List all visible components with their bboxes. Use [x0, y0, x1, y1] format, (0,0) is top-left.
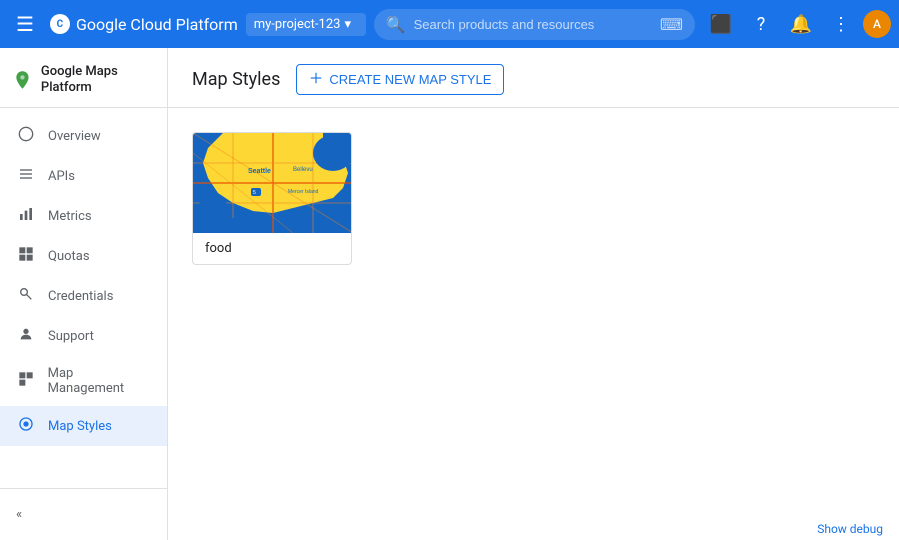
- sidebar-item-metrics[interactable]: Metrics: [0, 196, 167, 236]
- apis-icon: [16, 166, 36, 186]
- search-icon: 🔍: [386, 15, 406, 34]
- create-button-label: CREATE NEW MAP STYLE: [329, 72, 491, 87]
- quotas-icon: [16, 246, 36, 266]
- map-style-card-food[interactable]: Seattle Bellevu Mercer Island 5 food: [192, 132, 352, 265]
- main-content: Map Styles CREATE NEW MAP STYLE: [168, 48, 899, 540]
- collapse-icon: «: [16, 507, 22, 522]
- sidebar: Google Maps Platform Overview APIs: [0, 48, 168, 540]
- avatar[interactable]: A: [863, 10, 891, 38]
- collapse-sidebar-button[interactable]: «: [0, 497, 167, 532]
- sidebar-item-label: Overview: [48, 129, 101, 144]
- app-title: Google Cloud Platform: [76, 15, 238, 34]
- map-management-icon: [16, 371, 36, 391]
- nav-icons: ⬛ ? 🔔 ⋮ A: [703, 6, 891, 42]
- sidebar-item-label: Credentials: [48, 289, 113, 304]
- project-name: my-project-123: [254, 17, 341, 32]
- sidebar-item-label: APIs: [48, 169, 75, 184]
- search-bar[interactable]: 🔍 ⌨: [374, 9, 695, 40]
- sidebar-item-map-management[interactable]: Map Management: [0, 356, 167, 406]
- page-title: Map Styles: [192, 69, 280, 90]
- cloud-shell-button[interactable]: ⬛: [703, 6, 739, 42]
- sidebar-item-label: Map Management: [48, 366, 151, 396]
- product-name: Google Maps Platform: [41, 64, 155, 95]
- brand-logo: C Google Cloud Platform: [50, 14, 238, 34]
- support-icon: [16, 326, 36, 346]
- sidebar-header: Google Maps Platform: [0, 48, 167, 108]
- keyboard-icon: ⌨: [660, 15, 683, 34]
- sidebar-item-overview[interactable]: Overview: [0, 116, 167, 156]
- sidebar-item-map-styles[interactable]: Map Styles: [0, 406, 167, 446]
- metrics-icon: [16, 206, 36, 226]
- menu-icon[interactable]: ☰: [8, 4, 42, 44]
- svg-text:Seattle: Seattle: [248, 168, 271, 175]
- map-thumbnail-svg: Seattle Bellevu Mercer Island 5: [193, 133, 352, 233]
- chevron-down-icon: ▾: [344, 17, 351, 32]
- sidebar-item-label: Map Styles: [48, 419, 112, 434]
- show-debug-link[interactable]: Show debug: [817, 522, 883, 536]
- search-input[interactable]: [414, 17, 652, 32]
- notifications-button[interactable]: 🔔: [783, 6, 819, 42]
- more-options-button[interactable]: ⋮: [823, 6, 859, 42]
- create-new-map-style-button[interactable]: CREATE NEW MAP STYLE: [296, 64, 504, 95]
- project-selector[interactable]: my-project-123 ▾: [246, 13, 366, 36]
- top-navigation: ☰ C Google Cloud Platform my-project-123…: [0, 0, 899, 48]
- sidebar-item-label: Support: [48, 329, 94, 344]
- sidebar-footer: «: [0, 488, 167, 540]
- credentials-icon: [16, 286, 36, 306]
- map-style-name: food: [193, 233, 351, 264]
- sidebar-item-label: Metrics: [48, 209, 92, 224]
- svg-text:Mercer Island: Mercer Island: [288, 189, 319, 195]
- create-icon: [309, 71, 323, 88]
- sidebar-item-apis[interactable]: APIs: [0, 156, 167, 196]
- sidebar-item-quotas[interactable]: Quotas: [0, 236, 167, 276]
- main-header: Map Styles CREATE NEW MAP STYLE: [168, 48, 899, 108]
- sidebar-navigation: Overview APIs Metrics Quot: [0, 108, 167, 488]
- sidebar-item-support[interactable]: Support: [0, 316, 167, 356]
- sidebar-item-credentials[interactable]: Credentials: [0, 276, 167, 316]
- map-style-cards-container: Seattle Bellevu Mercer Island 5 food: [168, 108, 899, 289]
- svg-text:5: 5: [253, 190, 256, 196]
- map-styles-icon: [16, 416, 36, 436]
- overview-icon: [16, 126, 36, 146]
- svg-text:Bellevu: Bellevu: [293, 167, 313, 173]
- help-button[interactable]: ?: [743, 6, 779, 42]
- map-card-thumbnail: Seattle Bellevu Mercer Island 5: [193, 133, 352, 233]
- maps-logo-icon: [12, 68, 33, 92]
- cloud-logo-icon: C: [50, 14, 70, 34]
- sidebar-item-label: Quotas: [48, 249, 90, 264]
- bottom-bar: Show debug: [801, 518, 899, 540]
- main-layout: Google Maps Platform Overview APIs: [0, 48, 899, 540]
